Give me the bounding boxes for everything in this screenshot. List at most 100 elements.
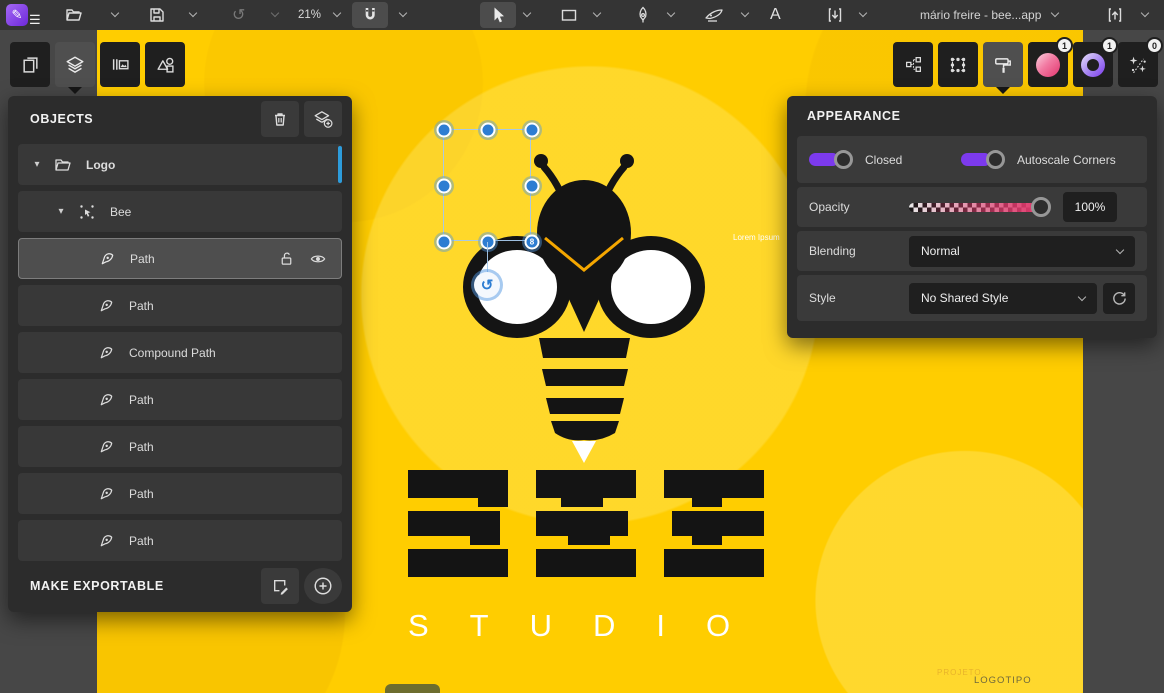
hamburger-menu-icon[interactable]: ☰: [29, 12, 41, 28]
layer-row-bee[interactable]: ▾ Bee: [18, 191, 342, 232]
make-exportable-label: MAKE EXPORTABLE: [30, 579, 164, 593]
autoscale-corners-label: Autoscale Corners: [1017, 153, 1116, 167]
layer-row-path-selected[interactable]: Path: [18, 238, 342, 279]
delete-layer-button[interactable]: [261, 101, 299, 137]
distribute-panel-button[interactable]: [893, 42, 933, 87]
borders-panel-button[interactable]: 1: [1073, 42, 1113, 87]
layer-row-path[interactable]: Path: [18, 285, 342, 326]
rectangle-tool-button[interactable]: [560, 0, 578, 30]
layer-row-path[interactable]: Path: [18, 379, 342, 420]
unlock-icon[interactable]: [278, 250, 295, 267]
layer-row-compound-path[interactable]: Compound Path: [18, 332, 342, 373]
pages-panel-button[interactable]: [10, 42, 50, 87]
text-tool-icon: A: [770, 6, 781, 24]
import-button[interactable]: [826, 0, 844, 30]
selection-handle-mid-left[interactable]: [437, 179, 452, 194]
bee-letter-glyph: [408, 470, 508, 577]
selection-bounding-box[interactable]: 8 ↺: [443, 129, 531, 241]
rectangle-tool-dropdown-chevron[interactable]: [593, 9, 601, 17]
bee-antenna-tip-left: [534, 154, 548, 168]
disclosure-triangle-icon[interactable]: ▾: [54, 206, 68, 217]
selection-handle-top-right[interactable]: [525, 123, 540, 138]
sync-icon: [1111, 290, 1128, 307]
shapes-panel-button[interactable]: [145, 42, 185, 87]
eye-icon[interactable]: [309, 250, 327, 267]
filename-dropdown-chevron[interactable]: [1051, 9, 1059, 17]
rectangle-icon: [560, 6, 578, 24]
pointer-tool-dropdown-chevron[interactable]: [523, 9, 531, 17]
selection-handle-top-center[interactable]: [481, 123, 496, 138]
export-area-button[interactable]: [261, 568, 299, 604]
open-file-dropdown-chevron[interactable]: [111, 9, 119, 17]
add-export-button[interactable]: [304, 568, 342, 604]
layer-row-path[interactable]: Path: [18, 520, 342, 561]
selection-handle-bottom-left[interactable]: [437, 235, 452, 250]
fills-panel-button[interactable]: 1: [1028, 42, 1068, 87]
autoscale-corners-toggle[interactable]: [961, 150, 1005, 169]
import-dropdown-chevron[interactable]: [859, 9, 867, 17]
app-logo[interactable]: ✎: [6, 4, 28, 26]
appearance-panel-button[interactable]: [983, 42, 1023, 87]
rotate-handle[interactable]: ↺: [474, 272, 500, 298]
add-layer-button[interactable]: [304, 101, 342, 137]
bee-block-letters[interactable]: [408, 470, 764, 577]
toggle-knob: [986, 150, 1005, 169]
appearance-panel-title: APPEARANCE: [807, 109, 901, 123]
document-filename[interactable]: mário freire - bee...app: [920, 8, 1040, 22]
layers-panel-button[interactable]: [55, 42, 95, 87]
layer-row-path[interactable]: Path: [18, 473, 342, 514]
effects-panel-button[interactable]: 0: [1118, 42, 1158, 87]
knife-tool-button[interactable]: [704, 0, 724, 30]
style-dropdown[interactable]: No Shared Style: [909, 283, 1097, 314]
transform-panel-button[interactable]: [938, 42, 978, 87]
selection-handle-top-left[interactable]: [437, 123, 452, 138]
assets-panel-button[interactable]: [100, 42, 140, 87]
pointer-icon: [489, 6, 507, 24]
selection-handle-bottom-center[interactable]: [481, 235, 496, 250]
studio-text: STUDIO: [408, 608, 788, 644]
export-button[interactable]: [1106, 0, 1124, 30]
undo-button[interactable]: ↺: [232, 0, 245, 30]
layer-row-label: Path: [129, 487, 154, 501]
zoom-level[interactable]: 21%: [298, 9, 321, 21]
blending-dropdown[interactable]: Normal: [909, 236, 1135, 267]
pen-icon: [634, 6, 652, 24]
opacity-value-field[interactable]: 100%: [1063, 192, 1117, 222]
export-dropdown-chevron[interactable]: [1141, 9, 1149, 17]
closed-toggle-label: Closed: [865, 153, 961, 167]
left-panel-toggles: [10, 42, 185, 87]
knife-tool-dropdown-chevron[interactable]: [741, 9, 749, 17]
pointer-tool-button[interactable]: [480, 2, 516, 28]
text-tool-button[interactable]: A: [770, 0, 781, 30]
save-button[interactable]: [148, 0, 166, 30]
path-icon: [98, 485, 115, 502]
selection-handle-mid-right[interactable]: [525, 179, 540, 194]
layer-row-path[interactable]: Path: [18, 426, 342, 467]
pen-tool-dropdown-chevron[interactable]: [667, 9, 675, 17]
layer-row-label: Logo: [86, 158, 115, 172]
folder-open-icon: [54, 156, 72, 174]
style-value: No Shared Style: [921, 291, 1008, 305]
path-icon: [99, 250, 116, 267]
opacity-slider-knob[interactable]: [1031, 197, 1051, 217]
chevron-down-icon: [1116, 245, 1124, 253]
open-file-button[interactable]: [64, 0, 84, 30]
snap-dropdown-chevron[interactable]: [399, 9, 407, 17]
opacity-slider-track[interactable]: [909, 203, 1039, 212]
disclosure-triangle-icon[interactable]: ▾: [30, 159, 44, 170]
save-dropdown-chevron[interactable]: [189, 9, 197, 17]
snap-button[interactable]: [352, 2, 388, 28]
save-icon: [148, 6, 166, 24]
undo-dropdown-chevron[interactable]: [271, 9, 279, 17]
layer-row-label: Path: [129, 534, 154, 548]
selection-handle-link[interactable]: 8: [525, 235, 540, 250]
zoom-dropdown-chevron[interactable]: [333, 9, 341, 17]
pen-tool-button[interactable]: [634, 0, 652, 30]
top-toolbar: ✎ ☰ ↺ 21%: [0, 0, 1164, 30]
layer-row-logo[interactable]: ▾ Logo: [18, 144, 342, 185]
paint-roller-icon: [993, 55, 1013, 75]
add-layer-icon: [313, 109, 333, 129]
refresh-style-button[interactable]: [1103, 283, 1135, 314]
closed-toggle[interactable]: [809, 150, 853, 169]
layer-row-label: Path: [130, 252, 155, 266]
